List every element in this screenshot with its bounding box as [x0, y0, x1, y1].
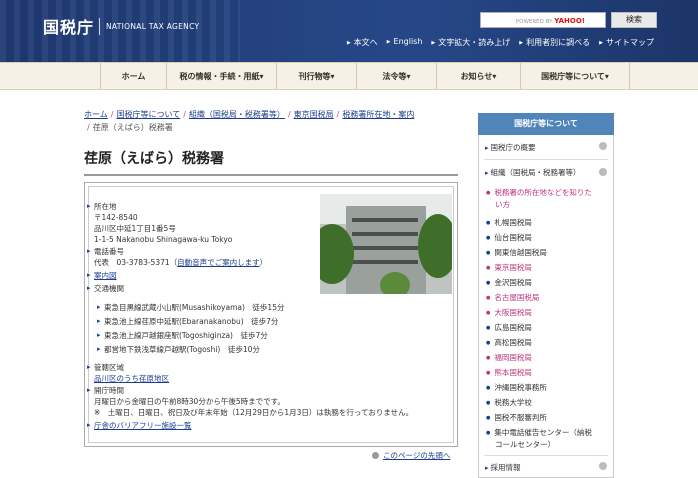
sidebar-item-office-location-cont[interactable]: い方: [486, 199, 510, 210]
logo-divider: [99, 18, 100, 35]
site-logo[interactable]: 国税庁: [43, 14, 94, 38]
global-nav: ホーム 税の情報・手続・用紙▾ 刊行物等▾ 法令等▾ お知らせ▾ 国税庁等につい…: [0, 62, 698, 90]
map-link[interactable]: 案内図: [94, 271, 117, 280]
barrier-free-link[interactable]: 庁舎のバリアフリー施設一覧: [94, 421, 192, 430]
breadcrumb-office-locations[interactable]: 税務署所在地・案内: [342, 110, 414, 119]
util-link-english[interactable]: English: [387, 37, 423, 48]
search-powered-by: POWERED BY YAHOO!: [515, 17, 585, 25]
sidebar-item-nagoya[interactable]: 名古屋国税局: [486, 292, 539, 304]
sidebar-title: 国税庁等について: [478, 113, 614, 135]
nav-laws[interactable]: 法令等▾: [356, 63, 436, 89]
sidebar-item-hiroshima[interactable]: 広島国税局: [486, 322, 532, 334]
map-link-row: 案内図: [87, 270, 117, 281]
sidebar-section-recruitment[interactable]: 採用情報: [485, 462, 521, 473]
page-title: 荏原（えばら）税務署: [84, 151, 224, 167]
breadcrumb-about[interactable]: 国税庁等について: [116, 110, 180, 119]
nav-tax-info[interactable]: 税の情報・手続・用紙▾: [166, 63, 276, 89]
transit-item: 東急目黒線武蔵小山駅(Musashikoyama) 徒歩15分: [97, 302, 284, 313]
search-button[interactable]: 検索: [611, 12, 657, 28]
jurisdiction-label: 管轄区域: [87, 362, 124, 373]
breadcrumb-tokyo-bureau[interactable]: 東京国税局: [294, 110, 334, 119]
utility-links: 本文へ English 文字拡大・読み上げ 利用者別に調べる サイトマップ: [347, 37, 654, 48]
transit-item: 東急池上線荏原中延駅(Ebaranakanobu) 徒歩7分: [97, 316, 278, 327]
sidebar-item-kanto-shinetsu[interactable]: 関東信越国税局: [486, 247, 547, 259]
transit-label: 交通機関: [87, 283, 124, 294]
breadcrumb-organization[interactable]: 組織（国税局・税務署等）: [189, 110, 285, 119]
util-link-main-content[interactable]: 本文へ: [347, 37, 378, 48]
address-ja: 品川区中延1丁目1番5号: [94, 224, 176, 233]
sidebar-item-kanazawa[interactable]: 金沢国税局: [486, 277, 532, 289]
jurisdiction-link[interactable]: 品川区のうち荏原地区: [94, 374, 169, 383]
sidebar-item-okinawa[interactable]: 沖縄国税事務所: [486, 382, 547, 394]
hours-weekday: 月曜日から金曜日の午前8時30分から午後5時までです。: [94, 397, 285, 406]
location-label: 所在地: [87, 201, 116, 212]
sidebar-item-sapporo[interactable]: 札幌国税局: [486, 217, 532, 229]
sidebar-divider: [484, 455, 608, 456]
search-input[interactable]: POWERED BY YAHOO!: [480, 12, 606, 28]
site-header: 国税庁 NATIONAL TAX AGENCY POWERED BY YAHOO…: [0, 0, 698, 62]
sidebar-item-tribunal[interactable]: 国税不服審判所: [486, 412, 547, 424]
sidebar-item-tax-college[interactable]: 税務大学校: [486, 397, 532, 409]
nav-about[interactable]: 国税庁等について▾: [520, 63, 630, 89]
sidebar-item-call-center-cont[interactable]: コールセンター）: [486, 439, 555, 450]
title-divider: [84, 174, 458, 176]
sidebar-item-sendai[interactable]: 仙台国税局: [486, 232, 532, 244]
sidebar-item-tokyo[interactable]: 東京国税局: [486, 262, 532, 274]
sidebar-section-organization[interactable]: 組織（国税局・税務署等）: [485, 167, 581, 178]
jurisdiction-row: 品川区のうち荏原地区: [94, 373, 169, 384]
breadcrumb-current: 荏原（えばら）税務署: [92, 123, 173, 132]
phone-label: 電話番号: [87, 246, 124, 257]
sidebar-item-fukuoka[interactable]: 福岡国税局: [486, 352, 532, 364]
postal-code: 〒142-8540: [94, 213, 138, 222]
sidebar-section-overview[interactable]: 国税庁の概要: [485, 142, 536, 153]
util-link-sitemap[interactable]: サイトマップ: [599, 37, 654, 48]
address-en: 1-1-5 Nakanobu Shinagawa-ku Tokyo: [94, 235, 233, 244]
breadcrumb: ホーム / 国税庁等について / 組織（国税局・税務署等） / 東京国税局 / 税務署所在地・案…: [84, 110, 415, 132]
sidebar-item-osaka[interactable]: 大阪国税局: [486, 307, 532, 319]
expand-icon[interactable]: [599, 142, 607, 150]
util-link-text-size[interactable]: 文字拡大・読み上げ: [431, 37, 510, 48]
nav-home[interactable]: ホーム: [100, 63, 166, 89]
expand-icon[interactable]: [599, 462, 607, 470]
sidebar-item-kumamoto[interactable]: 熊本国税局: [486, 367, 532, 379]
nav-news[interactable]: お知らせ▾: [436, 63, 520, 89]
sidebar-item-takamatsu[interactable]: 高松国税局: [486, 337, 532, 349]
collapse-icon[interactable]: [599, 168, 607, 176]
nav-publications[interactable]: 刊行物等▾: [276, 63, 356, 89]
hours-note: ※ 土曜日、日曜日、祝日及び年末年始（12月29日から1月3日）は執務を行ってお…: [94, 408, 414, 417]
hours-label: 開庁時間: [87, 385, 124, 396]
sidebar: 国税庁の概要 組織（国税局・税務署等） 税務署の所在地などを知りた い方 札幌国…: [478, 135, 614, 478]
page-top-link[interactable]: このページの先頭へ: [372, 450, 450, 461]
phone-number: 代表 03-3783-5371（自動音声でご案内します）: [94, 258, 268, 267]
transit-item: 東急池上線戸越銀座駅(Togoshiginza) 徒歩7分: [97, 330, 268, 341]
office-photo: [320, 194, 452, 294]
barrier-free-row: 庁舎のバリアフリー施設一覧: [87, 420, 192, 431]
site-logo-en: NATIONAL TAX AGENCY: [106, 22, 200, 31]
header-building-image: [0, 0, 240, 62]
transit-item: 都営地下鉄浅草線戸越駅(Togoshi) 徒歩10分: [97, 344, 260, 355]
sidebar-divider: [484, 159, 608, 160]
util-link-by-user[interactable]: 利用者別に調べる: [519, 37, 590, 48]
auto-voice-link[interactable]: 自動音声でご案内します: [177, 258, 260, 267]
sidebar-item-call-center[interactable]: 集中電話催告センター（納税: [486, 427, 592, 439]
sidebar-item-office-location[interactable]: 税務署の所在地などを知りた: [486, 187, 592, 199]
breadcrumb-home[interactable]: ホーム: [84, 110, 108, 119]
